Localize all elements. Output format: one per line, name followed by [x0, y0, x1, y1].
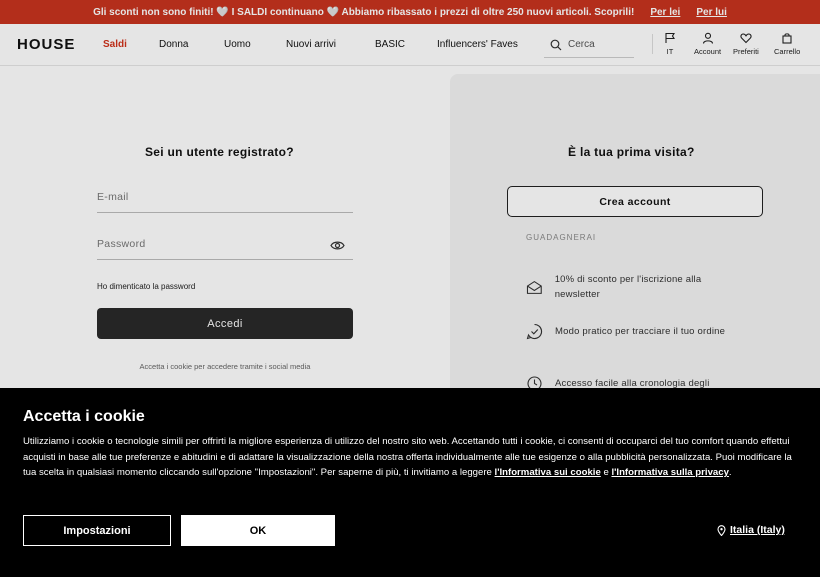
site-header: HOUSE Saldi Donna Uomo Nuovi arrivi BASI…: [0, 24, 820, 66]
login-heading: Sei un utente registrato?: [145, 145, 294, 159]
email-field[interactable]: E-mail: [97, 183, 353, 213]
envelope-icon: [526, 280, 542, 294]
flag-icon: [665, 32, 675, 43]
login-button[interactable]: Accedi: [97, 308, 353, 339]
promo-link-her[interactable]: Per lei: [650, 7, 680, 18]
cookie-settings-button[interactable]: Impostazioni: [23, 515, 171, 546]
check-badge-icon: [526, 323, 543, 340]
eye-icon[interactable]: [330, 240, 345, 251]
cookie-banner: Accetta i cookie Utilizziamo i cookie o …: [0, 388, 820, 577]
nav-item-nuovi-arrivi[interactable]: Nuovi arrivi: [286, 39, 336, 50]
search-icon: [550, 39, 562, 50]
social-login-note: Accetta i cookie per accedere tramite i …: [139, 362, 311, 371]
cookie-text-end: .: [728, 467, 732, 479]
create-account-button[interactable]: Crea account: [507, 186, 763, 217]
promo-message: Gli sconti non sono finiti! 🤍 I SALDI co…: [93, 6, 635, 18]
favorites-label: Preferiti: [733, 47, 759, 56]
heart-icon: [740, 33, 752, 44]
region-selector[interactable]: Italia (Italy): [717, 524, 785, 536]
cart-button[interactable]: Carrello: [774, 32, 800, 56]
search-placeholder: Cerca: [568, 39, 595, 50]
search-input[interactable]: Cerca: [544, 32, 634, 58]
cookie-text: Utilizziamo i cookie o tecnologie simili…: [23, 434, 798, 481]
language-button[interactable]: IT: [664, 32, 676, 56]
forgot-password-link[interactable]: Ho dimenticato la password: [97, 282, 195, 291]
email-placeholder: E-mail: [97, 191, 129, 203]
cart-label: Carrello: [774, 47, 801, 56]
nav-item-donna[interactable]: Donna: [159, 39, 188, 50]
privacy-policy-link[interactable]: l'Informativa sulla privacy: [611, 467, 728, 478]
site-logo[interactable]: HOUSE: [17, 36, 75, 53]
user-icon: [702, 32, 713, 44]
header-divider: [652, 34, 653, 54]
register-heading: È la tua prima visita?: [568, 145, 695, 159]
cookie-text-and: e: [600, 467, 612, 479]
password-field[interactable]: Password: [97, 230, 353, 260]
bag-icon: [782, 33, 792, 44]
cookie-policy-link[interactable]: l'Informativa sui cookie: [495, 467, 601, 478]
benefit-text: 10% di sconto per l'iscrizione alla news…: [554, 274, 702, 300]
promo-link-him[interactable]: Per lui: [696, 7, 727, 18]
benefit-item: 10% di sconto per l'iscrizione alla news…: [526, 272, 746, 302]
location-pin-icon: [717, 524, 726, 536]
cookie-ok-button[interactable]: OK: [181, 515, 335, 546]
promo-banner: Gli sconti non sono finiti! 🤍 I SALDI co…: [0, 0, 820, 24]
benefit-item: Modo pratico per tracciare il tuo ordine: [526, 323, 746, 340]
cookie-title: Accetta i cookie: [23, 408, 145, 425]
nav-item-uomo[interactable]: Uomo: [224, 39, 251, 50]
language-label: IT: [666, 47, 674, 56]
account-label: Account: [694, 47, 722, 56]
benefit-text: Modo pratico per tracciare il tuo ordine: [555, 326, 726, 337]
account-button[interactable]: Account: [694, 32, 721, 56]
nav-item-influencers[interactable]: Influencers' Faves: [437, 39, 518, 50]
benefits-title: GUADAGNERAI: [526, 233, 597, 242]
region-label: Italia (Italy): [730, 524, 785, 536]
nav-item-basic[interactable]: BASIC: [375, 39, 405, 50]
nav-item-saldi[interactable]: Saldi: [103, 39, 127, 50]
favorites-button[interactable]: Preferiti: [733, 32, 759, 56]
password-placeholder: Password: [97, 238, 146, 250]
